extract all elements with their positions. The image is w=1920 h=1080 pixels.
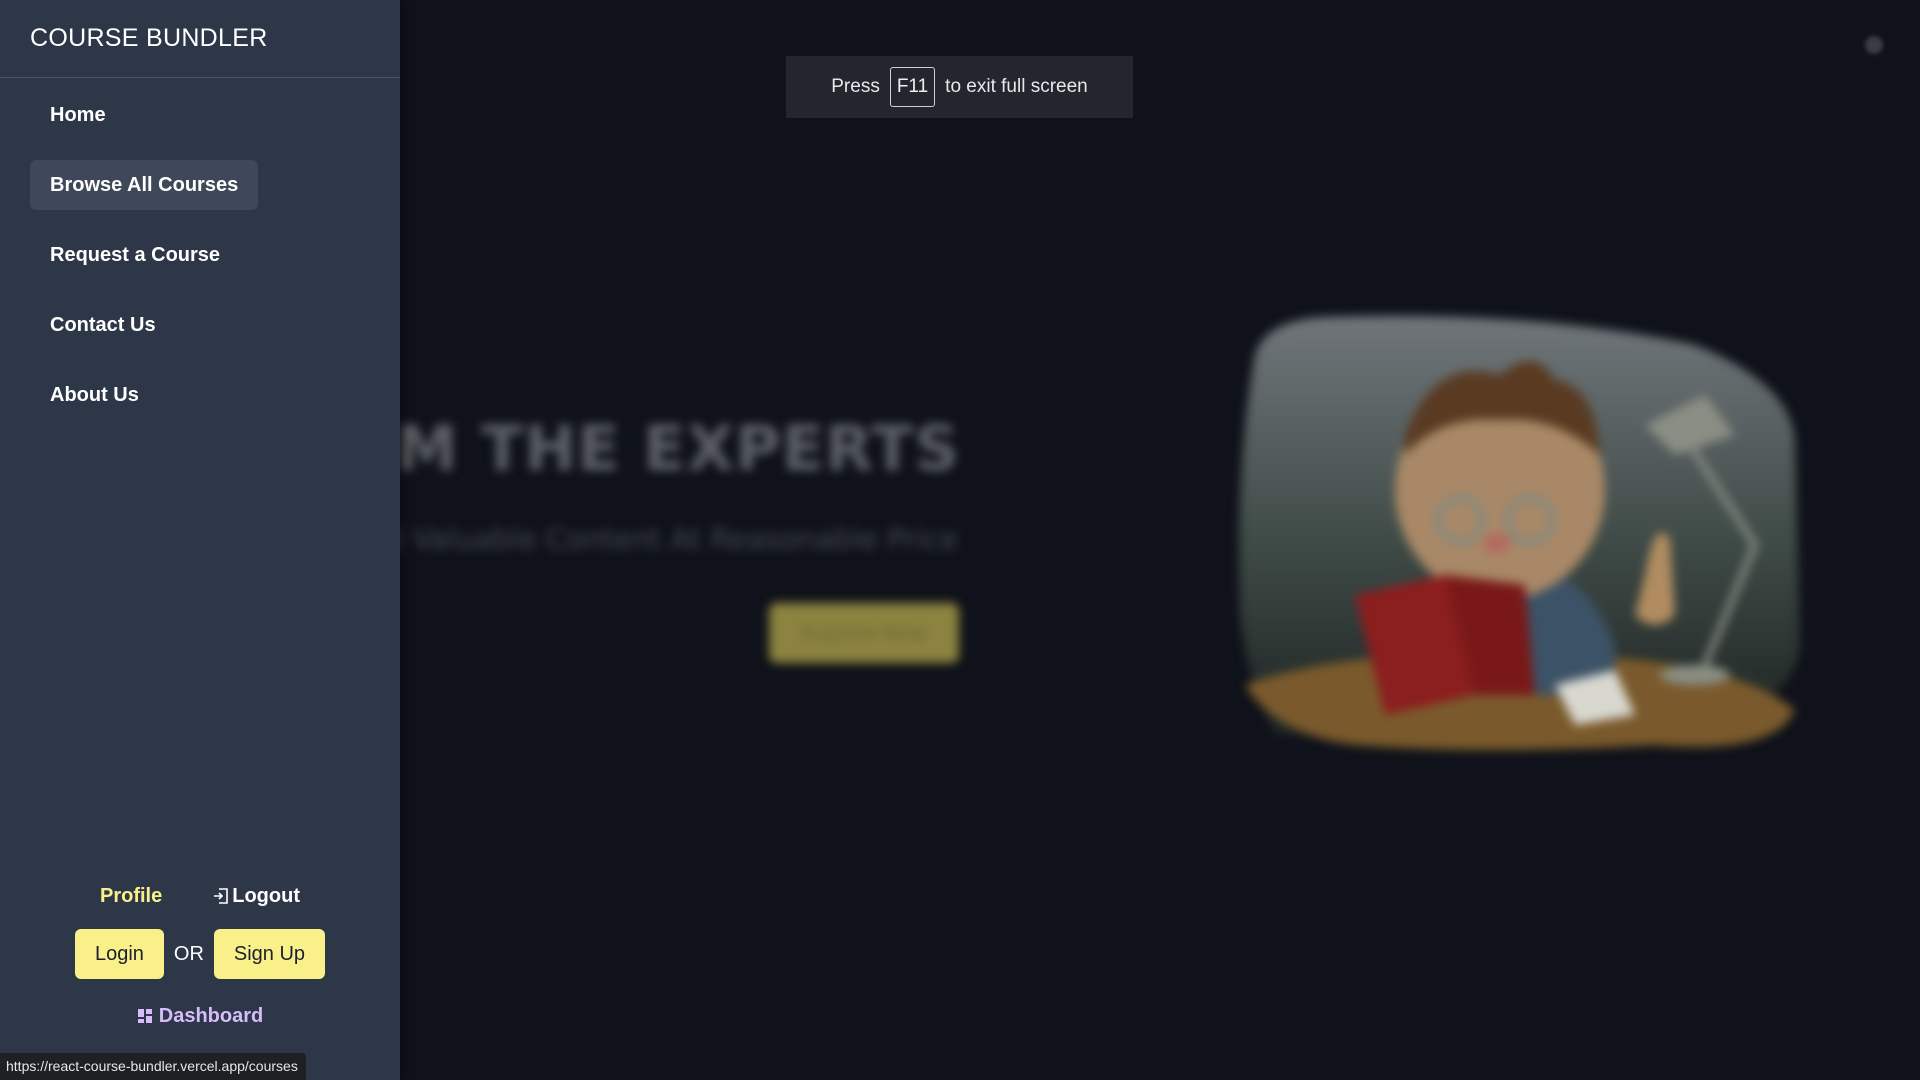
status-bar-url: https://react-course-bundler.vercel.app/… [0,1053,306,1080]
brand-title: COURSE BUNDLER [30,24,268,52]
sidebar-item-request-course[interactable]: Request a Course [30,230,240,280]
page: FROM THE EXPERTS nd Valuable Content At … [0,0,1920,1080]
sign-up-button[interactable]: Sign Up [213,929,326,979]
fullscreen-press-text: Press [831,76,880,97]
logout-label: Logout [232,884,300,907]
profile-link[interactable]: Profile [100,885,162,908]
logout-button[interactable]: Logout [212,885,300,908]
fullscreen-suffix-text: to exit full screen [945,76,1088,97]
hero-subheading: nd Valuable Content At Reasonable Price [366,522,958,556]
navigation-drawer: COURSE BUNDLER Home Browse All Courses R… [0,0,400,1080]
drawer-nav: Home Browse All Courses Request a Course… [30,90,370,440]
dashboard-link[interactable]: Dashboard [159,1005,263,1028]
explore-now-button: Explore Now [769,603,959,663]
settings-dot-icon [1865,36,1883,54]
login-button[interactable]: Login [74,929,164,979]
drawer-footer: Profile Logout Login OR Sign Up Dashboar… [0,875,400,1031]
hero-illustration [1239,315,1800,750]
account-row: Profile Logout [0,875,400,917]
dashboard-row: Dashboard [0,1001,400,1031]
auth-row: Login OR Sign Up [0,929,400,979]
sidebar-item-about-us[interactable]: About Us [30,370,159,420]
drawer-header: COURSE BUNDLER [0,0,400,78]
fullscreen-notice: Press F11 to exit full screen [786,56,1133,118]
f11-key: F11 [889,67,936,107]
logout-icon [214,888,229,904]
or-text: OR [173,942,204,965]
sidebar-item-browse-all-courses[interactable]: Browse All Courses [30,160,259,210]
dashboard-grid-icon [137,1009,152,1023]
sidebar-item-contact-us[interactable]: Contact Us [30,300,176,350]
sidebar-item-home[interactable]: Home [30,90,126,140]
